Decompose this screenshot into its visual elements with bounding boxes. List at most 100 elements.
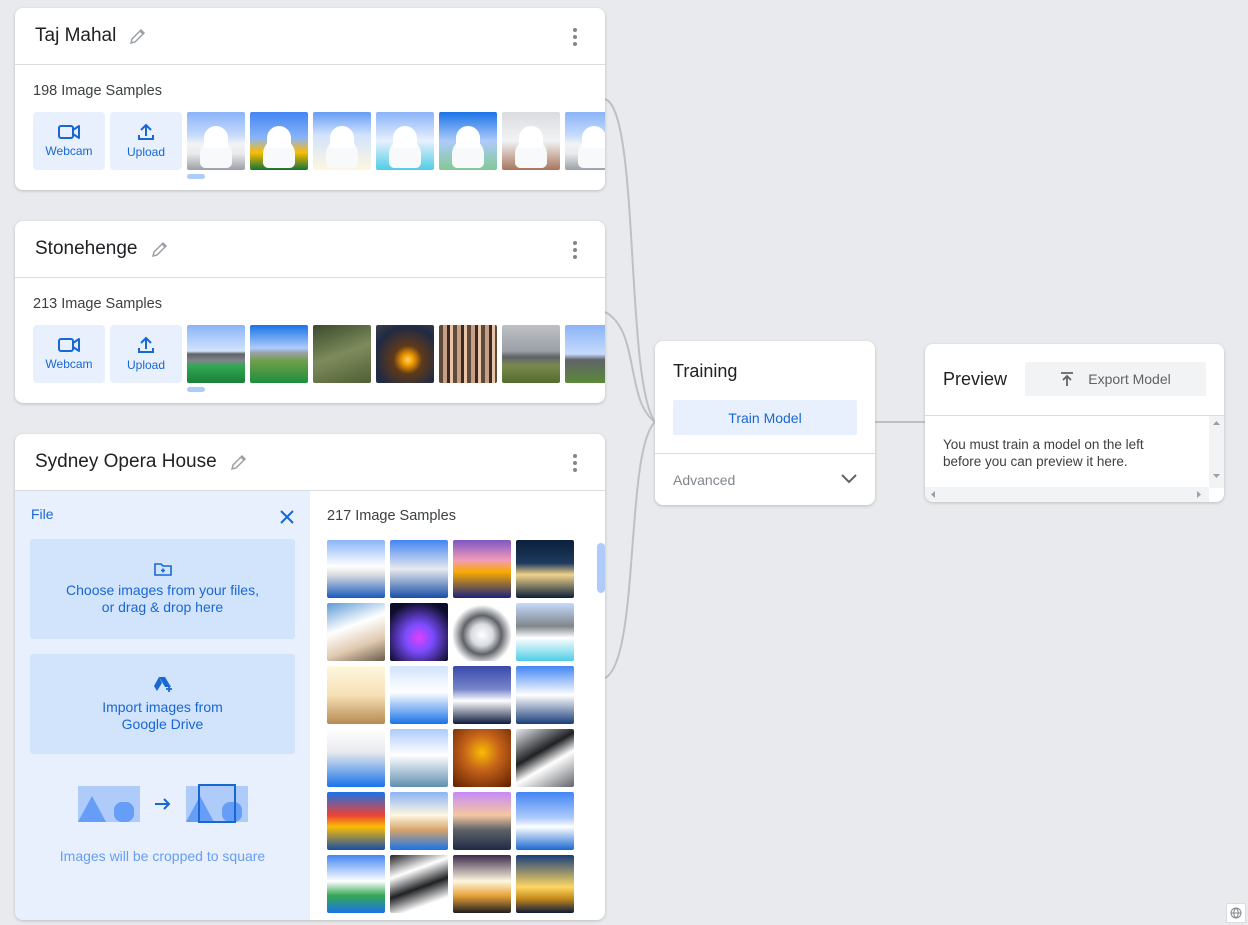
upload-label: Upload	[126, 358, 166, 372]
webcam-label: Webcam	[45, 357, 93, 371]
sample-thumbnail[interactable]	[313, 112, 371, 170]
globe-icon[interactable]	[1226, 903, 1246, 923]
sample-thumbnail[interactable]	[327, 792, 385, 850]
training-title: Training	[673, 361, 738, 381]
drive-line2: Google Drive	[121, 715, 204, 732]
sample-thumbnail[interactable]	[327, 729, 385, 787]
drive-line1: Import images from	[102, 698, 223, 715]
class-card-stonehenge: Stonehenge 213 Image Samples Webcam Uplo…	[15, 221, 605, 403]
vertical-scrollbar[interactable]	[597, 543, 605, 593]
upload-label: Upload	[126, 145, 166, 159]
webcam-label: Webcam	[45, 144, 93, 158]
preview-card: Preview Export Model You must train a mo…	[925, 344, 1224, 502]
sample-thumbnail[interactable]	[453, 729, 511, 787]
sample-row: Webcam Upload	[33, 325, 605, 383]
sample-thumbnail[interactable]	[502, 112, 560, 170]
close-icon[interactable]	[278, 508, 296, 526]
preview-title: Preview	[943, 369, 1008, 389]
class-name[interactable]: Stonehenge	[35, 238, 138, 260]
preview-message-line1: You must train a model on the left	[943, 437, 1144, 452]
sample-thumbnail[interactable]	[250, 112, 308, 170]
sample-thumbnail[interactable]	[376, 325, 434, 383]
horizontal-scroll-indicator[interactable]	[187, 174, 205, 179]
webcam-button[interactable]: Webcam	[33, 112, 105, 170]
sample-thumbnail[interactable]	[327, 666, 385, 724]
export-icon	[1061, 371, 1074, 386]
sample-thumbnail[interactable]	[390, 792, 448, 850]
folder-add-icon	[153, 563, 172, 576]
preview-vertical-scrollbar[interactable]	[1209, 416, 1224, 488]
sample-thumbnail[interactable]	[187, 112, 245, 170]
choose-files-line2: or drag & drop here	[101, 599, 224, 615]
sample-thumbnail[interactable]	[502, 325, 560, 383]
sample-thumbnail[interactable]	[327, 540, 385, 598]
sample-thumbnail[interactable]	[439, 112, 497, 170]
training-card: Training Train Model Advanced	[655, 341, 875, 505]
preview-message: You must train a model on the left befor…	[925, 416, 1195, 490]
sample-thumbnail[interactable]	[376, 112, 434, 170]
sample-thumbnail[interactable]	[390, 603, 448, 661]
import-google-drive-button[interactable]: Import images from Google Drive	[30, 654, 295, 754]
chevron-down-icon	[841, 474, 857, 484]
class-name[interactable]: Sydney Opera House	[35, 451, 217, 473]
webcam-icon	[58, 125, 80, 139]
sample-thumbnail[interactable]	[453, 540, 511, 598]
sample-thumbnail[interactable]	[453, 603, 511, 661]
sample-thumbnail[interactable]	[453, 855, 511, 913]
sample-thumbnail[interactable]	[516, 540, 574, 598]
advanced-toggle[interactable]: Advanced	[655, 453, 875, 505]
samples-count: 198 Image Samples	[33, 83, 162, 99]
sample-thumbnail[interactable]	[516, 792, 574, 850]
upload-button[interactable]: Upload	[110, 325, 182, 383]
preview-header: Preview Export Model	[925, 344, 1224, 416]
preview-horizontal-scrollbar[interactable]	[925, 487, 1209, 502]
landscape-image-icon	[77, 786, 140, 822]
preview-message-line2: before you can preview it here.	[943, 454, 1128, 469]
sample-grid	[327, 540, 605, 913]
export-model-label: Export Model	[1088, 371, 1171, 387]
class-card-taj-mahal: Taj Mahal 198 Image Samples Webcam Uploa…	[15, 8, 605, 190]
horizontal-scroll-indicator[interactable]	[187, 387, 205, 392]
sample-thumbnail[interactable]	[327, 855, 385, 913]
samples-count: 217 Image Samples	[327, 508, 456, 524]
pencil-icon[interactable]	[150, 239, 170, 259]
sample-thumbnail[interactable]	[453, 666, 511, 724]
sample-thumbnail[interactable]	[187, 325, 245, 383]
choose-files-dropzone[interactable]: Choose images from your files, or drag &…	[30, 539, 295, 639]
train-model-button[interactable]: Train Model	[673, 400, 857, 435]
sample-thumbnail[interactable]	[390, 855, 448, 913]
upload-button[interactable]: Upload	[110, 112, 182, 170]
sample-thumbnail[interactable]	[327, 603, 385, 661]
sample-thumbnail[interactable]	[390, 729, 448, 787]
samples-count: 213 Image Samples	[33, 296, 162, 312]
webcam-button[interactable]: Webcam	[33, 325, 105, 383]
sample-thumbnail[interactable]	[565, 112, 605, 170]
class-name[interactable]: Taj Mahal	[35, 25, 116, 47]
more-vert-icon[interactable]	[569, 28, 581, 46]
webcam-icon	[58, 338, 80, 352]
upload-icon	[138, 123, 154, 140]
sample-row: Webcam Upload	[33, 112, 605, 170]
advanced-label: Advanced	[673, 472, 736, 488]
sample-thumbnail[interactable]	[516, 729, 574, 787]
samples-panel: 217 Image Samples	[310, 491, 605, 920]
sample-thumbnail[interactable]	[453, 792, 511, 850]
sample-thumbnail[interactable]	[516, 666, 574, 724]
sample-thumbnail[interactable]	[250, 325, 308, 383]
sample-thumbnail[interactable]	[516, 603, 574, 661]
pencil-icon[interactable]	[128, 26, 148, 46]
sample-thumbnail[interactable]	[516, 855, 574, 913]
sample-thumbnail[interactable]	[390, 666, 448, 724]
pencil-icon[interactable]	[229, 452, 249, 472]
class-header: Sydney Opera House	[15, 434, 605, 491]
export-model-button[interactable]: Export Model	[1025, 362, 1206, 396]
sample-thumbnail[interactable]	[439, 325, 497, 383]
sample-thumbnail[interactable]	[565, 325, 605, 383]
class-card-sydney-opera-house: Sydney Opera House File Choose images fr…	[15, 434, 605, 920]
sample-thumbnail[interactable]	[313, 325, 371, 383]
more-vert-icon[interactable]	[569, 241, 581, 259]
file-upload-panel: File Choose images from your files, or d…	[15, 491, 310, 920]
more-vert-icon[interactable]	[569, 454, 581, 472]
cropped-square-icon	[185, 784, 248, 823]
sample-thumbnail[interactable]	[390, 540, 448, 598]
